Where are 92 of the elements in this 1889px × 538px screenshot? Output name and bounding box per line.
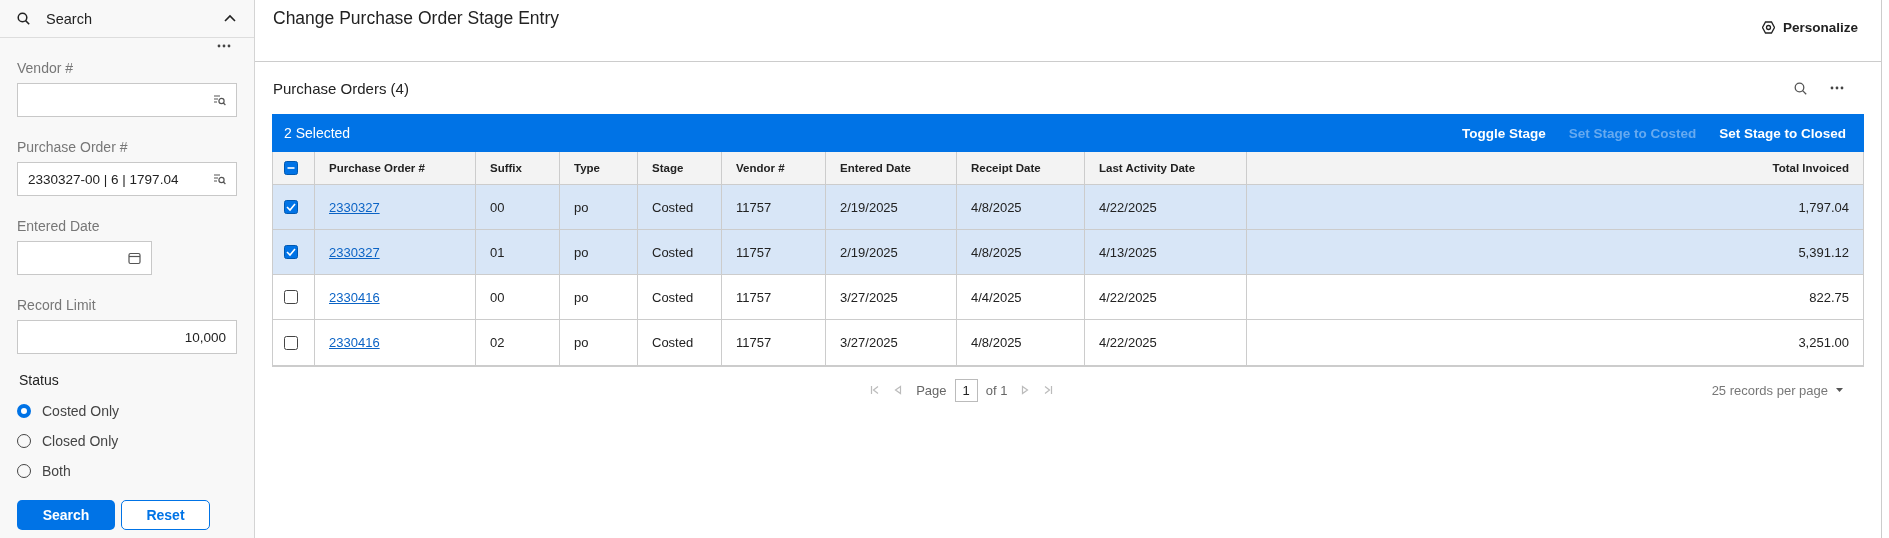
table-cell: 4/13/2025: [1099, 244, 1157, 260]
order-link[interactable]: 2330416: [329, 335, 380, 350]
search-icon: [17, 12, 30, 25]
table-cell: 3/27/2025: [840, 335, 898, 350]
calendar-icon[interactable]: [128, 251, 141, 265]
table-cell: 4/8/2025: [971, 335, 1022, 350]
radio-label: Closed Only: [42, 433, 119, 449]
column-header[interactable]: Vendor #: [722, 152, 826, 185]
field-label: Vendor #: [17, 60, 75, 76]
field-value: 2330327-00 | 6 | 1797.04: [28, 171, 180, 187]
table-cell: 4/8/2025: [971, 199, 1022, 215]
table-cell: 4/8/2025: [971, 244, 1022, 260]
table-cell: 4/22/2025: [1099, 199, 1157, 215]
status-label: Status: [19, 372, 60, 388]
input-field[interactable]: 2330327-00 | 6 | 1797.04: [17, 162, 237, 196]
table-cell: Costed: [652, 289, 694, 305]
table-cell: 1,797.04: [1798, 199, 1849, 215]
table-cell: 5,391.12: [1798, 244, 1849, 260]
table-cell: Costed: [652, 199, 694, 215]
page-title: Change Purchase Order Stage Entry: [273, 8, 559, 30]
column-header[interactable]: Last Activity Date: [1085, 152, 1247, 185]
table-cell: Costed: [652, 335, 694, 350]
input-field[interactable]: [17, 241, 152, 275]
checkbox[interactable]: [284, 245, 298, 259]
table-cell: 3,251.00: [1798, 335, 1849, 350]
table-cell: 11757: [736, 244, 772, 260]
order-link[interactable]: 2330416: [329, 289, 380, 305]
column-header[interactable]: Suffix: [476, 152, 560, 185]
table-cell: 4/22/2025: [1099, 289, 1157, 305]
page-label: Page: [916, 382, 947, 398]
table-cell: 2/19/2025: [840, 199, 898, 215]
page-count: of 1: [985, 382, 1008, 398]
caret-icon: [1836, 388, 1843, 392]
table-cell: 11757: [736, 289, 772, 305]
column-header[interactable]: Entered Date: [826, 152, 957, 185]
search-button[interactable]: Search: [17, 500, 115, 530]
action-link[interactable]: Toggle Stage: [1461, 125, 1546, 141]
table-cell: po: [574, 244, 589, 260]
checkbox[interactable]: [284, 335, 298, 350]
column-header[interactable]: Stage: [638, 152, 722, 185]
panel-title: Search: [46, 10, 93, 27]
table-row[interactable]: 2330416 00 po Costed 11757 3/27/2025 4/4/2025 4/22/2025 822.75: [273, 275, 1863, 320]
grid-title: Purchase Orders (4): [273, 79, 410, 97]
table-cell: 822.75: [1809, 289, 1849, 305]
checkbox[interactable]: [284, 290, 298, 304]
table-row[interactable]: 2330327 00 po Costed 11757 2/19/2025 4/8/2025 4/22/2025 1,797.04: [273, 185, 1863, 230]
table-cell: 01: [490, 244, 505, 260]
action-link[interactable]: Set Stage to Closed: [1719, 125, 1846, 141]
radio-label: Both: [42, 463, 71, 479]
radio-label: Costed Only: [42, 403, 120, 419]
table-cell: 4/4/2025: [971, 289, 1022, 305]
checkbox[interactable]: [284, 161, 298, 175]
table-cell: 11757: [736, 335, 772, 350]
field-label: Entered Date: [17, 218, 101, 234]
page-size-dropdown[interactable]: 25 records per page: [1711, 382, 1843, 398]
order-link[interactable]: 2330327: [329, 199, 380, 215]
table-cell: po: [574, 199, 589, 215]
table-cell: 4/22/2025: [1099, 335, 1157, 350]
column-header[interactable]: Type: [560, 152, 638, 185]
table-cell: 2/19/2025: [840, 244, 898, 260]
table-cell: 00: [490, 289, 505, 305]
order-link[interactable]: 2330327: [329, 244, 380, 260]
table-cell: po: [574, 289, 589, 305]
column-header[interactable]: Receipt Date: [957, 152, 1085, 185]
selection-count: 2 Selected: [284, 125, 352, 141]
input-field[interactable]: 10,000: [17, 320, 237, 354]
table-row[interactable]: 2330327 01 po Costed 11757 2/19/2025 4/8/2025 4/13/2025 5,391.12: [273, 230, 1863, 275]
lookup-icon[interactable]: [213, 173, 226, 185]
checkbox[interactable]: [284, 200, 298, 214]
more-icon[interactable]: [217, 44, 231, 48]
field-label: Record Limit: [17, 297, 97, 313]
table-cell: 3/27/2025: [840, 289, 898, 305]
table-cell: po: [574, 335, 589, 350]
lookup-icon[interactable]: [213, 94, 226, 106]
column-header[interactable]: Total Invoiced: [1247, 152, 1863, 185]
search-icon[interactable]: [1794, 81, 1807, 95]
input-field[interactable]: [17, 83, 237, 117]
table-row[interactable]: 2330416 02 po Costed 11757 3/27/2025 4/8/2025 4/22/2025 3,251.00: [273, 320, 1863, 365]
table-cell: 00: [490, 199, 505, 215]
radio-button[interactable]: [17, 404, 31, 418]
field-value: 10,000: [183, 329, 226, 345]
reset-button[interactable]: Reset: [121, 500, 210, 530]
personalize-button[interactable]: Personalize: [1761, 6, 1858, 48]
table-cell: 02: [490, 335, 505, 350]
page-field[interactable]: 1: [954, 378, 978, 402]
field-label: Purchase Order #: [17, 139, 129, 155]
chevron-icon[interactable]: [223, 13, 237, 24]
table-cell: 11757: [736, 199, 772, 215]
gear-icon: [1761, 20, 1775, 34]
column-header[interactable]: Purchase Order #: [315, 152, 476, 185]
table-cell: Costed: [652, 244, 694, 260]
more-icon[interactable]: [1830, 86, 1844, 90]
